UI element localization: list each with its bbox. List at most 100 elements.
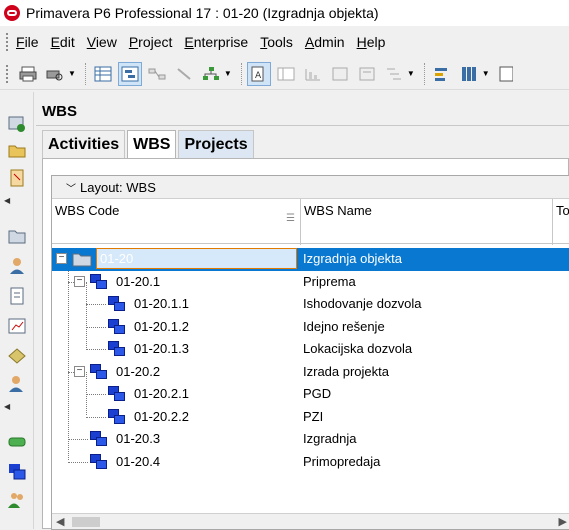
column-chooser-icon[interactable] [457,62,481,86]
menu-file[interactable]: File [16,32,39,52]
column-header-wbs-code[interactable]: WBS Code ☰ [52,199,301,245]
wbs-name: Ishodovanje dozvola [303,296,422,311]
wbs-code: 01-20 [100,251,134,266]
table-row[interactable]: 01-20.3 Izgradnja [52,428,569,451]
wbs-name: PZI [303,408,324,424]
directory-sidebar: ◀ ◀ [0,92,34,529]
collapse-toggle[interactable]: − [56,253,67,264]
wbs-name: Priprema [303,273,356,289]
tree-line [86,349,106,350]
menu-bar: File Edit View Project Enterprise Tools … [0,30,569,54]
horizontal-scrollbar[interactable]: ◀ ▶ [52,513,569,529]
table-row[interactable]: − 01-20.1 Priprema [52,271,569,294]
folder-icon [72,253,92,267]
toolbar: ▼ ▼ A ▼ ▼ [0,58,569,90]
users-icon[interactable] [7,490,27,510]
layout-bar[interactable]: ﹀ Layout: WBS [52,176,569,198]
menu-help[interactable]: Help [357,32,386,52]
wbs-code: 01-20.1.2 [134,318,189,334]
document-icon[interactable] [7,286,27,306]
menu-admin[interactable]: Admin [305,32,345,52]
collapse-toggle[interactable]: − [74,365,85,377]
table-row[interactable]: − 01-20.2 Izrada projekta [52,361,569,384]
table-row[interactable]: 01-20.2.2 PZI [52,406,569,429]
print-preview-icon[interactable] [43,62,67,86]
network-view-icon[interactable] [145,62,169,86]
dropdown-arrow-icon[interactable]: ▼ [407,69,415,78]
wbs-name: PGD [303,386,332,401]
report-chart-icon[interactable] [7,316,27,336]
dropdown-arrow-icon[interactable]: ▼ [482,69,490,78]
svg-text:A: A [255,71,262,81]
menu-project[interactable]: Project [129,32,173,52]
table-view-icon[interactable] [91,62,115,86]
add-wbs-icon[interactable] [7,114,27,134]
view-tabs: Activities WBS Projects [42,130,256,158]
resource-icon[interactable] [7,374,27,394]
scroll-right-icon[interactable]: ▶ [559,515,567,528]
oracle-app-icon [4,5,20,21]
notebook-icon[interactable] [7,168,27,188]
collapse-arrow-icon[interactable]: ◀ [4,196,10,205]
wbs-code: 01-20.2.1 [134,386,189,401]
folder-icon[interactable] [7,226,27,246]
table-row[interactable]: 01-20.4 Primopredaja [52,451,569,474]
toolbar-grip[interactable] [6,64,10,83]
menu-enterprise[interactable]: Enterprise [184,32,248,52]
table-row[interactable]: − 01-20 Izgradnja objekta [52,248,569,271]
wbs-icon [108,386,126,402]
wbs-panel: ﹀ Layout: WBS WBS Code ☰ WBS Name To − 0… [42,158,569,530]
table-row[interactable]: 01-20.1.3 Lokacijska dozvola [52,338,569,361]
dropdown-arrow-icon[interactable]: ▼ [224,69,232,78]
tab-wbs[interactable]: WBS [127,130,177,158]
collapse-arrow-icon[interactable]: ◀ [4,402,10,411]
menu-view[interactable]: View [87,32,117,52]
scroll-thumb[interactable] [72,517,100,527]
hierarchy-icon[interactable] [199,62,223,86]
panel-header: WBS [36,96,569,126]
wbs-name: Primopredaja [303,453,381,469]
title-bar: Primavera P6 Professional 17 : 01-20 (Iz… [0,0,569,26]
bar-chart-icon[interactable] [430,62,454,86]
table-row[interactable]: 01-20.1.1 Ishodovanje dozvola [52,293,569,316]
scroll-left-icon[interactable]: ◀ [56,515,64,528]
table-icon[interactable] [494,62,518,86]
tab-projects[interactable]: Projects [178,130,254,158]
wbs-code: 01-20.1 [116,273,161,289]
chevron-down-icon[interactable]: ﹀ [66,180,76,195]
toolbar-separator [423,62,425,85]
gantt-view-icon[interactable] [117,61,142,86]
activity-bar-icon[interactable] [7,432,27,452]
columns-icon[interactable] [274,62,298,86]
diamond-icon[interactable] [7,346,27,366]
open-folder-icon[interactable] [7,140,27,160]
bars-icon[interactable] [301,62,325,86]
column-header-wbs-name[interactable]: WBS Name [301,199,553,245]
toolbar-separator [240,62,242,85]
link-icon[interactable] [172,62,196,86]
menu-tools[interactable]: Tools [260,32,293,52]
dropdown-arrow-icon[interactable]: ▼ [68,69,76,78]
menu-edit[interactable]: Edit [51,32,75,52]
wbs-name: Izrada projekta [303,363,389,379]
group-sort-icon[interactable] [355,62,379,86]
wbs-icon [108,296,126,312]
tree-line [86,394,106,395]
wbs-icon[interactable] [7,462,27,482]
tree-line [68,461,88,463]
collapse-toggle[interactable]: − [74,275,85,287]
expand-icon[interactable] [382,62,406,86]
wbs-icon [90,431,108,447]
table-row[interactable]: 01-20.1.2 Idejno rešenje [52,316,569,339]
print-icon[interactable] [16,62,40,86]
wbs-icon [90,273,108,290]
layout-icon[interactable]: A [246,61,271,86]
menubar-grip[interactable] [6,33,10,51]
tree-line [86,304,106,305]
tab-activities[interactable]: Activities [42,130,126,158]
column-header-total[interactable]: To [553,199,569,245]
wbs-code: 01-20.2.2 [134,408,189,424]
user-icon[interactable] [7,256,27,276]
filter-icon[interactable] [328,62,352,86]
table-row[interactable]: 01-20.2.1 PGD [52,383,569,406]
